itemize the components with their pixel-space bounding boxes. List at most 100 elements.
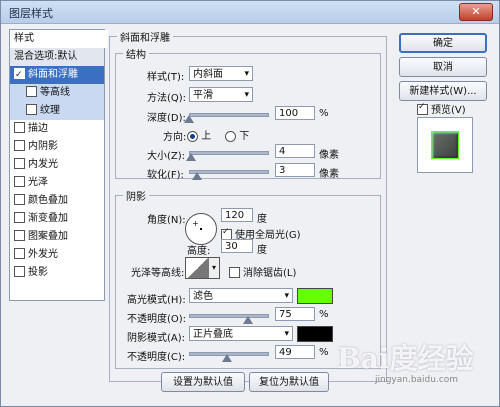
- shadow-opacity-label: 不透明度(C):: [127, 352, 186, 363]
- highlight-opacity-label: 不透明度(O):: [127, 314, 187, 325]
- style-label: 样式(T):: [147, 72, 185, 83]
- sidebar-item-color-overlay[interactable]: 颜色叠加: [10, 192, 104, 210]
- dialog-title: 图层样式: [9, 7, 53, 20]
- inner-shadow-checkbox[interactable]: [14, 139, 25, 151]
- soften-label: 软化(F):: [147, 170, 184, 181]
- sidebar-item-contour[interactable]: 等高线: [10, 84, 104, 102]
- color-overlay-checkbox[interactable]: [14, 193, 25, 205]
- direction-down-radio[interactable]: [225, 130, 236, 142]
- soften-slider-thumb[interactable]: [191, 172, 202, 180]
- title-bar: 图层样式 ✕: [1, 1, 499, 24]
- highlight-mode-label: 高光模式(H):: [127, 295, 186, 306]
- method-select[interactable]: 平滑: [189, 87, 253, 103]
- inner-glow-checkbox[interactable]: [14, 157, 25, 169]
- pattern-overlay-checkbox[interactable]: [14, 229, 25, 241]
- watermark-url: jingyan.baidu.com: [375, 375, 459, 385]
- shadow-opacity-unit: %: [319, 347, 329, 358]
- gloss-contour-picker[interactable]: [185, 257, 211, 279]
- sidebar-item-bevel[interactable]: 斜面和浮雕: [10, 66, 104, 84]
- altitude-input[interactable]: 30: [221, 239, 253, 253]
- angle-dial-center: [200, 228, 202, 230]
- highlight-color-swatch[interactable]: [297, 288, 333, 304]
- reset-default-button[interactable]: 复位为默认值: [249, 372, 329, 392]
- sidebar-item-outer-glow[interactable]: 外发光: [10, 246, 104, 264]
- soften-input[interactable]: 3: [275, 163, 315, 177]
- highlight-mode-select[interactable]: 滤色: [189, 288, 293, 304]
- size-unit: 像素: [319, 150, 339, 161]
- sidebar-item-satin[interactable]: 光泽: [10, 174, 104, 192]
- sidebar-item-drop-shadow[interactable]: 投影: [10, 264, 104, 282]
- global-light-checkbox[interactable]: [221, 227, 232, 240]
- sidebar-item-label: 斜面和浮雕: [28, 69, 78, 80]
- sidebar-item-gradient-overlay[interactable]: 渐变叠加: [10, 210, 104, 228]
- crosshair-icon: +: [192, 219, 199, 228]
- antialias-label: 消除锯齿(L): [243, 268, 297, 279]
- sidebar-item-label: 渐变叠加: [28, 213, 68, 224]
- drop-shadow-checkbox[interactable]: [14, 265, 25, 277]
- size-input[interactable]: 4: [275, 144, 315, 158]
- shadow-color-swatch[interactable]: [297, 326, 333, 342]
- size-slider[interactable]: [189, 151, 269, 155]
- make-default-button[interactable]: 设置为默认值: [161, 372, 245, 392]
- stroke-checkbox[interactable]: [14, 121, 25, 133]
- satin-checkbox[interactable]: [14, 175, 25, 187]
- direction-up-option[interactable]: 上: [187, 127, 211, 142]
- depth-slider-thumb[interactable]: [184, 115, 194, 123]
- sidebar-item-label: 投影: [28, 267, 48, 278]
- antialias-option[interactable]: 消除锯齿(L): [229, 264, 296, 280]
- layer-style-dialog: 图层样式 ✕ 样式 混合选项:默认 斜面和浮雕 等高线 纹理 描边 内阴影 内发…: [0, 0, 500, 407]
- shadow-mode-select[interactable]: 正片叠底: [189, 326, 293, 342]
- sidebar-item-label: 描边: [28, 123, 48, 134]
- close-icon[interactable]: ✕: [459, 3, 493, 21]
- depth-unit: %: [319, 108, 329, 119]
- preview-option[interactable]: 预览(V): [417, 101, 466, 117]
- sidebar-item-stroke[interactable]: 描边: [10, 120, 104, 138]
- shadow-opacity-thumb[interactable]: [222, 354, 233, 362]
- soften-unit: 像素: [319, 169, 339, 180]
- highlight-opacity-input[interactable]: 75: [275, 307, 315, 321]
- highlight-opacity-thumb[interactable]: [242, 316, 253, 324]
- sidebar-item-pattern-overlay[interactable]: 图案叠加: [10, 228, 104, 246]
- direction-down-option[interactable]: 下: [225, 127, 249, 142]
- preview-label: 预览(V): [431, 105, 466, 116]
- altitude-label: 高度:: [187, 246, 211, 257]
- sidebar-item-label: 颜色叠加: [28, 195, 68, 206]
- sidebar-item-label: 内发光: [28, 159, 58, 170]
- direction-up-radio[interactable]: [187, 130, 198, 142]
- depth-input[interactable]: 100: [275, 106, 315, 120]
- new-style-button[interactable]: 新建样式(W)...: [399, 81, 487, 101]
- ok-button[interactable]: 确定: [399, 33, 487, 53]
- sidebar-item-label: 光泽: [28, 177, 48, 188]
- gradient-overlay-checkbox[interactable]: [14, 211, 25, 223]
- sidebar-item-label: 图案叠加: [28, 231, 68, 242]
- highlight-opacity-slider[interactable]: [189, 314, 269, 318]
- style-list-header[interactable]: 样式: [10, 30, 108, 48]
- angle-input[interactable]: 120: [221, 208, 253, 222]
- direction-label: 方向:: [163, 132, 187, 143]
- shadow-opacity-input[interactable]: 49: [275, 345, 315, 359]
- sidebar-item-inner-glow[interactable]: 内发光: [10, 156, 104, 174]
- style-list: 样式 混合选项:默认 斜面和浮雕 等高线 纹理 描边 内阴影 内发光 光泽 颜色…: [9, 29, 108, 301]
- preview-checkbox[interactable]: [417, 102, 428, 115]
- direction-down-label: 下: [239, 131, 250, 142]
- texture-checkbox[interactable]: [26, 103, 37, 115]
- sidebar-item-texture[interactable]: 纹理: [10, 102, 104, 120]
- outer-glow-checkbox[interactable]: [14, 247, 25, 259]
- bevel-checkbox[interactable]: [14, 66, 25, 84]
- size-slider-thumb[interactable]: [185, 153, 196, 161]
- style-select[interactable]: 内斜面: [189, 66, 253, 82]
- contour-checkbox[interactable]: [26, 85, 37, 97]
- blend-options-item[interactable]: 混合选项:默认: [10, 48, 104, 66]
- angle-dial[interactable]: +: [185, 213, 217, 245]
- cancel-button[interactable]: 取消: [399, 57, 487, 77]
- chevron-down-icon[interactable]: ▾: [209, 257, 220, 279]
- sidebar-item-inner-shadow[interactable]: 内阴影: [10, 138, 104, 156]
- antialias-checkbox[interactable]: [229, 266, 240, 278]
- direction-up-label: 上: [201, 131, 212, 142]
- preview-swatch: [431, 131, 459, 159]
- method-select-value: 平滑: [193, 90, 213, 101]
- sidebar-item-label: 等高线: [40, 87, 70, 98]
- highlight-mode-value: 滤色: [193, 291, 213, 302]
- depth-slider[interactable]: [189, 113, 269, 117]
- gloss-contour-label: 光泽等高线:: [131, 268, 185, 279]
